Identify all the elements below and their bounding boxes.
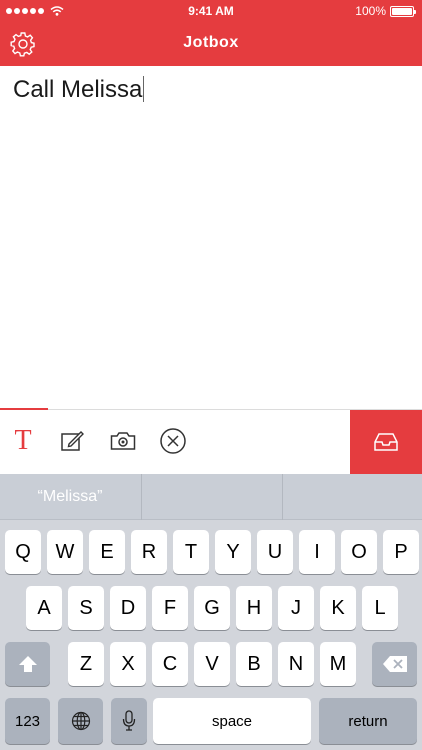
key-f[interactable]: F <box>152 586 188 630</box>
key-h[interactable]: H <box>236 586 272 630</box>
numbers-key[interactable]: 123 <box>5 698 50 744</box>
globe-key[interactable] <box>58 698 103 744</box>
key-j[interactable]: J <box>278 586 314 630</box>
space-key[interactable]: space <box>153 698 311 744</box>
text-caret <box>143 76 145 102</box>
battery-icon <box>390 5 416 17</box>
suggestion-1[interactable]: “Melissa” <box>0 474 140 520</box>
key-e[interactable]: E <box>89 530 125 574</box>
key-c[interactable]: C <box>152 642 188 686</box>
shift-arrow-icon <box>18 656 37 672</box>
key-k[interactable]: K <box>320 586 356 630</box>
key-n[interactable]: N <box>278 642 314 686</box>
dictation-key[interactable] <box>111 698 147 744</box>
delete-key[interactable] <box>372 642 417 686</box>
key-i[interactable]: I <box>299 530 335 574</box>
text-format-icon: T <box>14 425 32 456</box>
key-x[interactable]: X <box>110 642 146 686</box>
camera-icon <box>110 432 136 450</box>
key-o[interactable]: O <box>341 530 377 574</box>
backspace-icon <box>382 656 407 672</box>
key-l[interactable]: L <box>362 586 398 630</box>
note-editor[interactable]: Call Melissa <box>0 66 422 408</box>
key-u[interactable]: U <box>257 530 293 574</box>
microphone-icon <box>122 710 136 731</box>
camera-button[interactable] <box>108 425 138 457</box>
suggestion-2[interactable] <box>141 474 281 520</box>
key-b[interactable]: B <box>236 642 272 686</box>
battery-percent: 100% <box>355 4 386 18</box>
clear-button[interactable] <box>158 425 188 457</box>
key-t[interactable]: T <box>173 530 209 574</box>
shift-key[interactable] <box>5 642 50 686</box>
note-text-content: Call Melissa <box>13 76 143 103</box>
note-text[interactable]: Call Melissa <box>13 76 145 104</box>
return-key[interactable]: return <box>319 698 417 744</box>
key-m[interactable]: M <box>320 642 356 686</box>
key-q[interactable]: Q <box>5 530 41 574</box>
key-w[interactable]: W <box>47 530 83 574</box>
edit-note-button[interactable] <box>58 425 88 457</box>
battery-area: 100% <box>355 0 416 22</box>
status-bar: 9:41 AM 100% <box>0 0 422 22</box>
globe-icon <box>71 711 90 731</box>
clear-icon <box>160 428 186 454</box>
text-format-button[interactable]: T <box>8 425 38 457</box>
app-title: Jotbox <box>183 34 239 51</box>
key-v[interactable]: V <box>194 642 230 686</box>
key-s[interactable]: S <box>68 586 104 630</box>
progress-indicator <box>0 408 48 410</box>
edit-note-icon <box>61 431 84 451</box>
key-p[interactable]: P <box>383 530 419 574</box>
suggestion-bar: “Melissa” <box>0 474 422 520</box>
key-g[interactable]: G <box>194 586 230 630</box>
key-y[interactable]: Y <box>215 530 251 574</box>
key-r[interactable]: R <box>131 530 167 574</box>
save-to-inbox-button[interactable] <box>350 410 422 474</box>
key-d[interactable]: D <box>110 586 146 630</box>
suggestion-3[interactable] <box>282 474 422 520</box>
inbox-icon <box>374 433 398 451</box>
nav-bar: Jotbox <box>0 22 422 66</box>
key-z[interactable]: Z <box>68 642 104 686</box>
key-a[interactable]: A <box>26 586 62 630</box>
